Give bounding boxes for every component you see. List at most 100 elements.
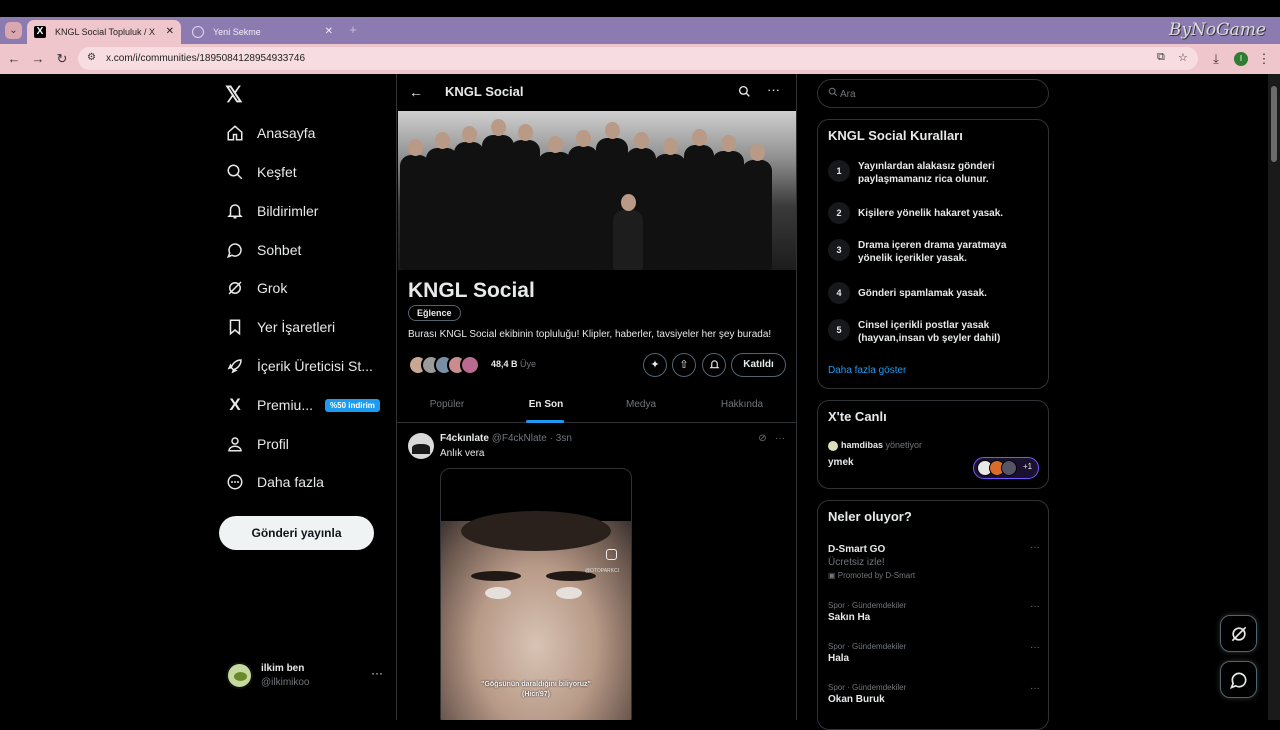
tab-latest[interactable]: En Son <box>496 387 596 423</box>
live-card: X'te Canlı hamdibas yönetiyor ymek +1 <box>817 400 1049 489</box>
install-app-icon[interactable]: ⧉ <box>1157 51 1165 64</box>
search-input[interactable] <box>817 79 1049 108</box>
bell-icon <box>225 201 245 221</box>
live-listeners[interactable]: +1 <box>973 457 1039 479</box>
live-host[interactable]: hamdibas yönetiyor <box>828 440 922 451</box>
sidebar-item-premium[interactable]: X Premiu... %50 indirim <box>225 390 380 420</box>
back-icon[interactable]: ← <box>6 51 22 67</box>
sidebar-item-explore[interactable]: Keşfet <box>225 157 297 187</box>
browser-tab-active[interactable]: X KNGL Social Topluluk / X ✕ <box>27 20 181 44</box>
joined-button[interactable]: Katıldı <box>731 353 786 377</box>
more-horizontal-icon[interactable]: ··· <box>767 82 780 97</box>
account-handle: @ilkimikoo <box>261 677 310 688</box>
community-banner-image <box>398 111 796 270</box>
avatar[interactable] <box>408 433 434 459</box>
sidebar-item-label: Yer İşaretleri <box>257 319 336 335</box>
site-info-icon[interactable]: ⚙ <box>87 52 96 63</box>
sidebar-item-profile[interactable]: Profil <box>225 429 289 459</box>
sidebar-item-chat[interactable]: Sohbet <box>225 235 301 265</box>
live-space-title[interactable]: ymek <box>828 457 854 468</box>
browser-tab-new[interactable]: Yeni Sekme ✕ <box>185 20 340 44</box>
video-frame <box>461 511 611 551</box>
post-author[interactable]: F4ckınlate @F4ckNlate · 3sn <box>440 433 572 444</box>
video-watermark: ByNoGame <box>1168 20 1266 40</box>
account-more-icon[interactable]: ··· <box>371 666 383 680</box>
account-switcher[interactable]: ilkim ben @ilkimikoo ··· <box>226 660 386 692</box>
community-main-column: ← KNGL Social ··· KNGL Social Eğlence Bu… <box>396 74 797 720</box>
sidebar-item-label: Profil <box>257 436 289 452</box>
post-video[interactable]: @OTOPARKCI "Göğsünün daraldığını biliyor… <box>440 468 632 720</box>
tab-popular[interactable]: Popüler <box>397 387 497 423</box>
search-field[interactable] <box>840 85 1040 103</box>
trend-item[interactable]: Spor · Gündemdekiler Sakın Ha ··· <box>828 601 1040 623</box>
x-logo-icon[interactable]: 𝕏 <box>225 82 243 108</box>
browser-tab-bar: ⌄ X KNGL Social Topluluk / X ✕ Yeni Sekm… <box>0 17 1280 44</box>
trend-item[interactable]: D-Smart GO Ücretsiz izle! ▣ Promoted by … <box>828 542 1040 580</box>
sidebar-item-creator-studio[interactable]: İçerik Üreticisi St... <box>225 351 373 381</box>
banner-figure <box>654 138 686 270</box>
forward-icon[interactable]: → <box>30 51 46 67</box>
grok-icon <box>1231 626 1246 641</box>
more-horizontal-icon[interactable]: ··· <box>1030 542 1040 553</box>
member-avatars[interactable] <box>408 355 484 375</box>
bookmark-star-icon[interactable]: ☆ <box>1178 51 1188 64</box>
home-icon <box>225 123 245 143</box>
sidebar-item-grok[interactable]: Grok <box>225 273 287 303</box>
banner-figure <box>510 124 540 270</box>
community-header: ← KNGL Social ··· <box>397 74 796 111</box>
sidebar-item-notifications[interactable]: Bildirimler <box>225 196 318 226</box>
page-scrollbar[interactable] <box>1268 74 1280 720</box>
tab-search-dropdown-icon[interactable]: ⌄ <box>5 22 22 39</box>
more-horizontal-icon[interactable]: ··· <box>1030 642 1040 653</box>
trends-card: Neler oluyor? D-Smart GO Ücretsiz izle! … <box>817 500 1049 730</box>
category-badge[interactable]: Eğlence <box>408 305 461 321</box>
community-description: Burası KNGL Social ekibinin topluluğu! K… <box>408 329 772 340</box>
search-icon[interactable] <box>738 85 751 101</box>
new-tab-plus-icon[interactable]: + <box>345 22 361 38</box>
messages-float-button[interactable] <box>1220 661 1257 698</box>
scrollbar-thumb[interactable] <box>1271 86 1277 162</box>
trend-item[interactable]: Spor · Gündemdekiler Hala ··· <box>828 642 1040 664</box>
tab-close-icon[interactable]: ✕ <box>325 20 333 44</box>
tab-media[interactable]: Medya <box>591 387 691 423</box>
more-horizontal-icon[interactable]: ··· <box>1030 683 1040 694</box>
show-more-link[interactable]: Daha fazla göster <box>828 365 906 376</box>
sidebar-item-label: Bildirimler <box>257 203 319 219</box>
sidebar-item-bookmarks[interactable]: Yer İşaretleri <box>225 312 335 342</box>
tab-close-icon[interactable]: ✕ <box>166 20 174 44</box>
post[interactable]: F4ckınlate @F4ckNlate · 3sn ⊘ ··· Anlık … <box>397 424 796 720</box>
member-count[interactable]: 48,4 B Üye <box>491 359 536 369</box>
browser-toolbar: ← → ↻ ⚙ x.com/i/communities/189508412895… <box>0 44 1280 74</box>
sidebar-item-home[interactable]: Anasayfa <box>225 118 315 148</box>
grok-float-button[interactable] <box>1220 615 1257 652</box>
community-name: KNGL Social <box>408 279 535 302</box>
search-icon <box>828 87 838 100</box>
download-icon[interactable]: ⤓ <box>1208 51 1224 67</box>
reload-icon[interactable]: ↻ <box>54 51 70 67</box>
post-time: · 3sn <box>549 433 572 444</box>
sparkle-icon[interactable]: ✦ <box>643 353 667 377</box>
address-bar[interactable]: ⚙ x.com/i/communities/189508412895493374… <box>78 47 1198 70</box>
tab-title: Yeni Sekme <box>213 27 261 37</box>
browser-profile-avatar[interactable]: I <box>1234 52 1248 66</box>
sidebar-item-more[interactable]: Daha fazla <box>225 467 324 497</box>
banner-figure <box>613 194 643 270</box>
x-premium-icon: X <box>229 395 241 414</box>
chat-icon <box>225 240 245 260</box>
share-icon[interactable]: ⇧ <box>672 353 696 377</box>
back-arrow-icon[interactable]: ← <box>409 84 423 100</box>
sidebar-item-label: Sohbet <box>257 242 302 258</box>
notification-bell-icon[interactable] <box>702 353 726 377</box>
banner-figure <box>712 135 744 270</box>
post-button[interactable]: Gönderi yayınla <box>219 516 374 550</box>
tab-about[interactable]: Hakkında <box>692 387 792 423</box>
chat-icon <box>1229 672 1246 689</box>
sidebar-item-label: Keşfet <box>257 164 297 180</box>
more-horizontal-icon[interactable]: ··· <box>775 433 785 444</box>
banner-figure <box>742 144 772 270</box>
more-horizontal-icon[interactable]: ··· <box>1030 601 1040 612</box>
grok-icon[interactable]: ⊘ <box>758 433 766 444</box>
url-text: x.com/i/communities/1895084128954933746 <box>106 53 306 64</box>
trend-item[interactable]: Spor · Gündemdekiler Okan Buruk ··· <box>828 683 1040 705</box>
browser-menu-icon[interactable]: ⋮ <box>1256 51 1272 67</box>
